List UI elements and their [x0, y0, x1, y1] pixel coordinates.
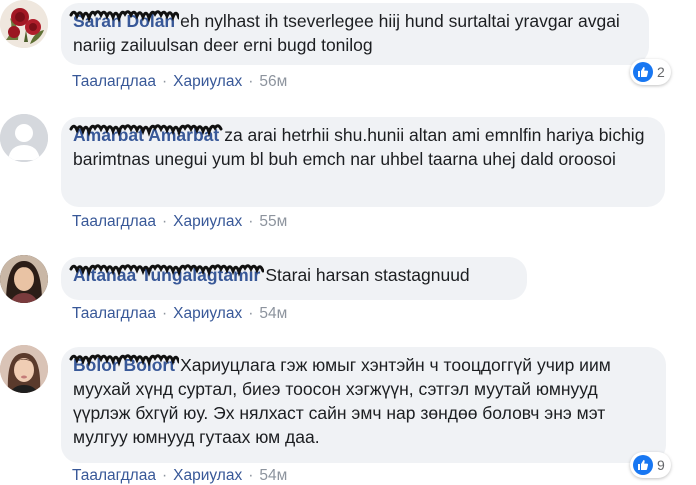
comment-bubble: Amarbat Amarbat za arai hetrhii shu.hunii… [61, 117, 665, 207]
redaction-scribble [69, 124, 223, 137]
reaction-count[interactable]: 9 [630, 452, 671, 478]
reaction-count[interactable]: 2 [630, 59, 671, 85]
comment-author[interactable]: Sarah Dolan [69, 9, 179, 33]
like-link[interactable]: Таалагдлаа [72, 305, 156, 322]
reaction-number: 2 [657, 64, 665, 80]
redaction-scribble [69, 354, 179, 367]
comment-actions: Таалагдлаа · Хариулах · 56м [72, 73, 287, 91]
avatar[interactable] [0, 114, 48, 162]
avatar[interactable] [0, 255, 48, 303]
comment-bubble: Bolor Bolort Хариуцлага гэж юмыг хэнтэйн … [61, 347, 666, 463]
comment-author[interactable]: Amarbat Amarbat [69, 123, 223, 147]
separator: · [161, 305, 168, 322]
comment-author[interactable]: Altanaa Tungalagtamir [69, 263, 264, 287]
reply-link[interactable]: Хариулах [173, 73, 242, 90]
user-photo-icon [0, 345, 48, 393]
separator: · [248, 305, 254, 322]
comment-time[interactable]: 55м [259, 213, 287, 230]
comment-time[interactable]: 54м [259, 305, 287, 322]
reaction-number: 9 [657, 457, 665, 473]
separator: · [161, 73, 168, 90]
comment-bubble: Altanaa Tungalagtamir Starai harsan stast… [61, 257, 527, 300]
user-photo-icon [0, 255, 48, 303]
separator: · [248, 213, 254, 230]
rose-avatar-icon [0, 0, 48, 48]
separator: · [161, 213, 168, 230]
like-link[interactable]: Таалагдлаа [72, 213, 156, 230]
comment-actions: Таалагдлаа · Хариулах · 54м [72, 467, 287, 485]
comment-time[interactable]: 54м [259, 467, 287, 484]
reply-link[interactable]: Хариулах [173, 213, 242, 230]
redaction-scribble [69, 264, 264, 277]
comment-actions: Таалагдлаа · Хариулах · 54м [72, 305, 287, 323]
avatar[interactable] [0, 0, 48, 48]
comment-text: Starai harsan stastagnuud [265, 265, 470, 285]
like-link[interactable]: Таалагдлаа [72, 73, 156, 90]
comment-actions: Таалагдлаа · Хариулах · 55м [72, 213, 287, 231]
avatar[interactable] [0, 345, 48, 393]
separator: · [248, 467, 254, 484]
separator: · [161, 467, 168, 484]
comment-bubble: Sarah Dolan eh nylhast ih tseverlegee hii… [61, 3, 649, 65]
reply-link[interactable]: Хариулах [173, 305, 242, 322]
like-link[interactable]: Таалагдлаа [72, 467, 156, 484]
like-icon [633, 455, 653, 475]
like-icon [633, 62, 653, 82]
default-user-icon [0, 114, 48, 162]
comment-time[interactable]: 56м [259, 73, 287, 90]
comment-author[interactable]: Bolor Bolort [69, 353, 179, 377]
redaction-scribble [69, 10, 179, 23]
separator: · [248, 73, 254, 90]
reply-link[interactable]: Хариулах [173, 467, 242, 484]
